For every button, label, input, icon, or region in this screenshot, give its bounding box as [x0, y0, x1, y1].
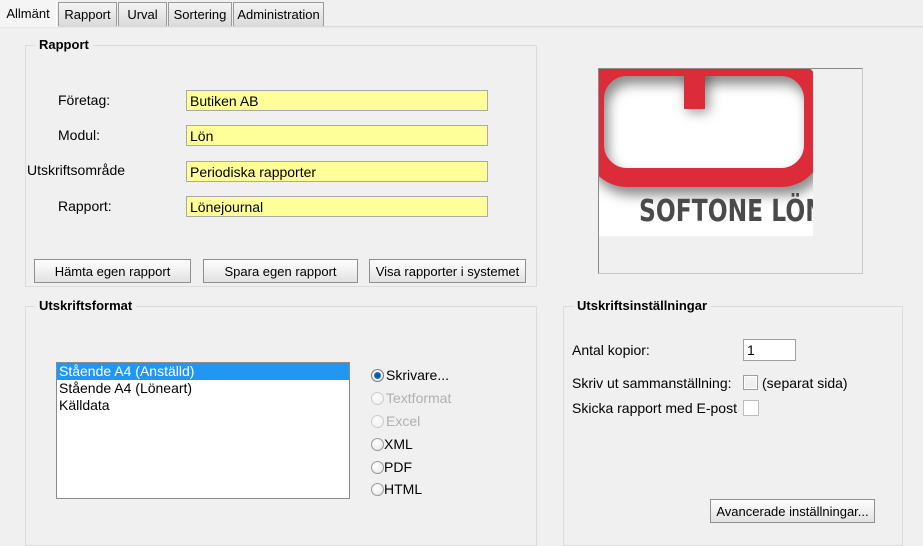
tab-sortering[interactable]: Sortering	[168, 2, 232, 26]
tab-label: Administration	[237, 7, 320, 22]
radio-pdf[interactable]: PDF	[371, 459, 412, 475]
field-label-modul: Modul:	[58, 127, 101, 143]
radio-xml[interactable]: XML	[371, 436, 413, 452]
radio-skrivare[interactable]: Skrivare...	[371, 367, 449, 383]
tab-rapport[interactable]: Rapport	[58, 2, 117, 26]
radio-indicator-icon[interactable]	[371, 414, 384, 428]
fetch-own-report-button[interactable]: Hämta egen rapport	[34, 259, 191, 283]
radio-label: Textformat	[386, 390, 452, 406]
list-item[interactable]: Stående A4 (Anställd)	[57, 363, 349, 380]
radio-indicator-icon[interactable]	[371, 391, 384, 405]
tab-label: Sortering	[173, 7, 227, 22]
field-label-utskriftsomrade: Utskriftsområde	[27, 162, 126, 178]
tab-label: Allmänt	[6, 6, 50, 21]
tab-label: Urval	[127, 7, 158, 22]
tab-label: Rapport	[64, 7, 111, 22]
radio-indicator-icon[interactable]	[371, 482, 384, 496]
print-settings-groupbox-title: Utskriftsinställningar	[573, 298, 712, 313]
tab-urval[interactable]: Urval	[118, 2, 167, 26]
logo-mark	[599, 69, 813, 187]
field-value-rapport[interactable]: Lönejournal	[186, 196, 488, 217]
print-summary-suffix: (separat sida)	[762, 375, 848, 391]
field-value-foretag[interactable]: Butiken AB	[186, 90, 488, 111]
copies-label: Antal kopior:	[572, 342, 650, 358]
radio-label: Excel	[386, 413, 421, 429]
save-own-report-button[interactable]: Spara egen rapport	[203, 259, 358, 283]
print-summary-checkbox[interactable]	[743, 375, 758, 390]
print-format-groupbox-title: Utskriftsformat	[35, 298, 137, 313]
tab-allmant[interactable]: Allmänt	[0, 0, 57, 27]
tab-bar: Allmänt Rapport Urval Sortering Administ…	[0, 0, 923, 27]
show-reports-in-system-button[interactable]: Visa rapporter i systemet	[369, 259, 526, 283]
field-label-foretag: Företag:	[58, 92, 111, 108]
copies-input[interactable]: 1	[743, 339, 796, 361]
radio-textformat[interactable]: Textformat	[371, 390, 451, 406]
radio-indicator-icon[interactable]	[371, 368, 384, 382]
email-report-label: Skicka rapport med E-post	[572, 400, 737, 416]
radio-indicator-icon[interactable]	[371, 460, 384, 474]
radio-label: XML	[384, 436, 413, 452]
tab-administration[interactable]: Administration	[233, 2, 324, 26]
logo-mark-bar	[684, 69, 705, 109]
email-report-checkbox[interactable]	[743, 400, 759, 416]
report-groupbox-title: Rapport	[35, 37, 93, 52]
list-item[interactable]: Källdata	[57, 397, 349, 414]
radio-indicator-icon[interactable]	[371, 437, 384, 451]
radio-label: Skrivare...	[386, 367, 450, 383]
radio-label: HTML	[384, 481, 423, 497]
field-value-modul[interactable]: Lön	[186, 125, 488, 146]
logo-wordmark: SOFTONE LÖN	[639, 194, 813, 229]
radio-excel[interactable]: Excel	[371, 413, 420, 429]
advanced-settings-button[interactable]: Avancerade inställningar...	[710, 499, 875, 523]
tab-content-top-edge	[0, 27, 923, 31]
field-value-utskriftsomrade[interactable]: Periodiska rapporter	[186, 161, 488, 182]
logo-image: SOFTONE LÖN	[599, 69, 813, 236]
list-item[interactable]: Stående A4 (Löneart)	[57, 380, 349, 397]
radio-html[interactable]: HTML	[371, 481, 422, 497]
radio-label: PDF	[384, 459, 412, 475]
field-label-rapport: Rapport:	[58, 198, 112, 214]
print-summary-label: Skriv ut sammanställning:	[572, 375, 732, 391]
print-format-listbox[interactable]: Stående A4 (Anställd) Stående A4 (Lönear…	[56, 362, 350, 499]
logo-frame: SOFTONE LÖN	[598, 68, 863, 274]
